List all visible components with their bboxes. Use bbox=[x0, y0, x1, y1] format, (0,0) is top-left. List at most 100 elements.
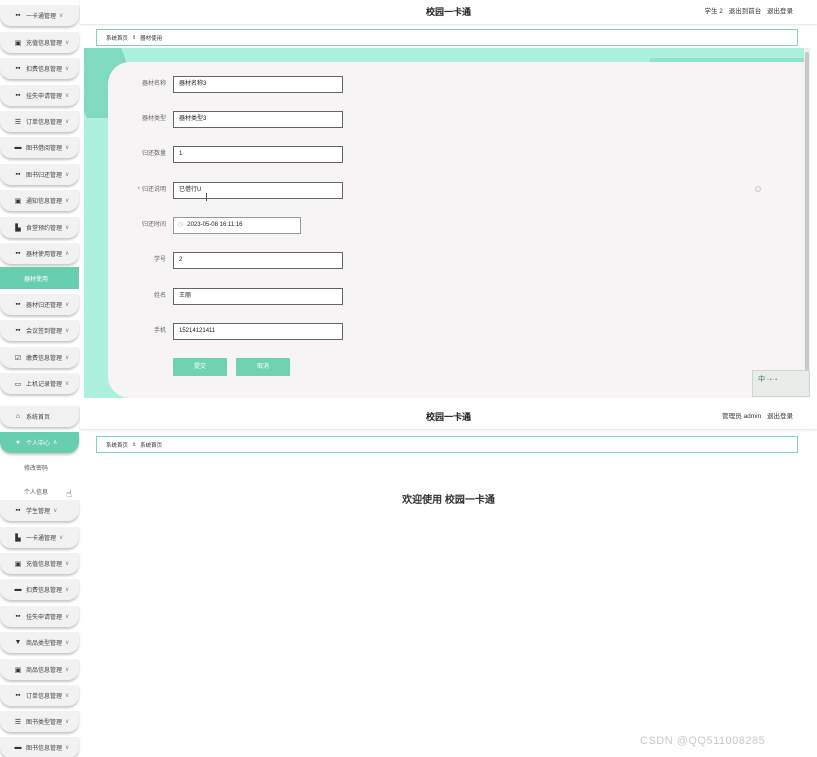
chevron-down-icon: ∨ bbox=[65, 587, 70, 593]
sidebar-item-label: 会议签到管理 bbox=[26, 329, 63, 335]
top-header: 校园一卡通 学生 2 退出到前台 退出登录 bbox=[80, 0, 817, 24]
grid-icon: ▪▪ bbox=[15, 301, 21, 308]
list-icon: ☰ bbox=[14, 118, 22, 126]
sidebar-item-return[interactable]: ▪▪ 图书归还管理 ∨ bbox=[0, 164, 79, 185]
vertical-scrollbar[interactable] bbox=[804, 48, 810, 398]
sidebar-item-deduct[interactable]: ▬ 扣费信息管理 ∨ bbox=[0, 579, 79, 600]
sidebar-item-recharge[interactable]: ▣ 充值信息管理 ∨ bbox=[0, 32, 79, 53]
header-user-area: 学生 2 退出到前台 退出登录 bbox=[700, 0, 793, 24]
book-icon: ▬ bbox=[14, 744, 22, 751]
phone-input[interactable]: 15214121411 bbox=[173, 323, 343, 340]
sidebar-item-label: 挂失申请管理 bbox=[26, 94, 63, 100]
chevron-down-icon: ∨ bbox=[65, 745, 70, 751]
logout-link[interactable]: 退出登录 bbox=[767, 8, 793, 15]
sidebar-item-orders[interactable]: ▪▪ 订单信息管理 ∨ bbox=[0, 685, 79, 706]
sidebar-item-loss[interactable]: ▪▪ 挂失申请管理 ∨ bbox=[0, 85, 79, 106]
sidebar-item-recharge[interactable]: ▣ 充值信息管理 ∨ bbox=[0, 553, 79, 574]
field-phone: 手机 15214121411 bbox=[108, 323, 408, 340]
chevron-down-icon: ∨ bbox=[65, 40, 70, 46]
grid-icon: ▪▪ bbox=[15, 65, 21, 72]
sidebar-item-personal[interactable]: ● 个人中心 ∧ bbox=[0, 432, 79, 453]
sidebar-item-students[interactable]: ▪▪ 学生管理 ∨ bbox=[0, 500, 79, 521]
pointer-cursor-icon: ☝ bbox=[66, 489, 73, 500]
sidebar-item-card[interactable]: ▙ 一卡通管理 ∨ bbox=[0, 527, 79, 548]
logout-link[interactable]: 退出登录 bbox=[767, 413, 793, 420]
cancel-button[interactable]: 取消 bbox=[236, 358, 290, 376]
return-time-picker[interactable]: ◷ 2023-05-08 16:11:16 bbox=[173, 217, 301, 234]
chevron-up-icon: ∧ bbox=[53, 440, 58, 446]
sidebar-item-card[interactable]: ▪▪ 一卡通管理 ∨ bbox=[0, 5, 79, 26]
doc-icon: ▣ bbox=[14, 666, 22, 674]
sidebar-item-notice[interactable]: ▣ 通知信息管理 ∨ bbox=[0, 190, 79, 211]
ime-toolbar[interactable]: 中 ◦•◦• bbox=[752, 370, 810, 397]
chevron-down-icon: ∨ bbox=[65, 355, 70, 361]
return-note-input[interactable]: 已借行U bbox=[173, 182, 343, 199]
cup-icon: ▼ bbox=[14, 639, 22, 646]
sidebar-subitem-change-password[interactable]: 修改密码 bbox=[0, 456, 79, 478]
name-input[interactable]: 王丽 bbox=[173, 288, 343, 305]
breadcrumb-current: 器材使用 bbox=[140, 35, 163, 42]
chevron-down-icon: ∨ bbox=[59, 13, 64, 19]
sidebar-item-equipment-return[interactable]: ▪▪ 器材归还管理 ∨ bbox=[0, 294, 79, 315]
sidebar-item-loss[interactable]: ▪▪ 挂失申请管理 ∨ bbox=[0, 606, 79, 627]
ime-tools-icon: ◦•◦• bbox=[766, 377, 778, 383]
sidebar-item-label: 订单信息管理 bbox=[26, 120, 63, 126]
breadcrumb-home[interactable]: 系统首页 bbox=[106, 441, 128, 449]
sidebar-item-label: 扣费信息管理 bbox=[26, 67, 63, 73]
student-id-input[interactable]: 2 bbox=[173, 252, 343, 269]
sidebar-item-label: 学生管理 bbox=[26, 509, 51, 515]
ime-language: 中 bbox=[758, 376, 765, 383]
sidebar-item-payment[interactable]: ☑ 缴费信息管理 ∨ bbox=[0, 347, 79, 368]
sidebar-item-label: 扣费信息管理 bbox=[26, 588, 63, 594]
sidebar-item-deduct[interactable]: ▪▪ 扣费信息管理 ∨ bbox=[0, 58, 79, 79]
breadcrumb-separator: ⁝ bbox=[133, 441, 136, 448]
return-quantity-input[interactable]: 1 bbox=[173, 146, 343, 163]
chevron-down-icon: ∨ bbox=[65, 198, 70, 204]
home-icon: ⌂ bbox=[15, 413, 21, 420]
equipment-name-input[interactable]: 器材名称3 bbox=[173, 76, 343, 93]
sidebar-subitem-label: 器材使用 bbox=[24, 276, 49, 283]
field-student-id: 学号 2 bbox=[108, 252, 408, 269]
sidebar-item-label: 一卡通管理 bbox=[26, 14, 57, 20]
monitor-icon: ▭ bbox=[14, 380, 22, 388]
book-icon: ▬ bbox=[14, 144, 22, 151]
sidebar-subitem-equipment-use[interactable]: 器材使用 bbox=[0, 267, 79, 289]
sidebar-item-label: 一卡通管理 bbox=[26, 536, 57, 542]
current-user: 学生 2 bbox=[704, 8, 723, 15]
equipment-type-input[interactable]: 器材类型3 bbox=[173, 111, 343, 128]
sidebar-item-book-info[interactable]: ▬ 图书信息管理 ∨ bbox=[0, 737, 79, 757]
list-icon: ☰ bbox=[14, 718, 22, 726]
sidebar-item-equipment-use[interactable]: ▪▪ 器材使用管理 ∧ bbox=[0, 243, 79, 264]
check-icon: ☑ bbox=[14, 354, 22, 362]
chevron-down-icon: ∨ bbox=[53, 508, 58, 514]
sidebar-item-goods-type[interactable]: ▼ 商品类型管理 ∨ bbox=[0, 632, 79, 653]
chevron-up-icon: ∧ bbox=[65, 251, 70, 257]
sidebar-item-book-type[interactable]: ☰ 图书类型管理 ∨ bbox=[0, 711, 79, 732]
grid-icon: ▪▪ bbox=[15, 327, 21, 334]
sidebar-item-label: 图书归还管理 bbox=[26, 173, 63, 179]
breadcrumb: 系统首页 ⁝ 系统首页 bbox=[96, 436, 798, 453]
grid-icon: ▪▪ bbox=[15, 92, 21, 99]
sidebar-item-meeting[interactable]: ▪▪ 会议签到管理 ∨ bbox=[0, 320, 79, 341]
sidebar-item-label: 系统首页 bbox=[26, 415, 51, 421]
sidebar-item-computer[interactable]: ▭ 上机记录管理 ∨ bbox=[0, 373, 79, 394]
top-header: 校园一卡通 管理员 admin 退出登录 bbox=[80, 405, 817, 429]
sidebar-item-borrow[interactable]: ▬ 图书借阅管理 ∨ bbox=[0, 137, 79, 158]
sidebar-item-canteen[interactable]: ▙ 食堂预约管理 ∨ bbox=[0, 217, 79, 238]
scrollbar-thumb[interactable] bbox=[805, 52, 809, 382]
radio-icon[interactable] bbox=[755, 186, 761, 192]
sidebar-item-home[interactable]: ⌂ 系统首页 bbox=[0, 406, 79, 427]
sidebar-item-label: 上机记录管理 bbox=[26, 382, 63, 388]
doc-icon: ▣ bbox=[14, 197, 22, 205]
submit-button[interactable]: 提交 bbox=[173, 358, 227, 376]
back-to-front-link[interactable]: 退出到前台 bbox=[729, 8, 762, 15]
field-return-time: 归还时间 ◷ 2023-05-08 16:11:16 bbox=[108, 217, 408, 234]
sidebar-item-goods-info[interactable]: ▣ 商品信息管理 ∨ bbox=[0, 659, 79, 680]
sidebar-item-orders[interactable]: ☰ 订单信息管理 ∨ bbox=[0, 111, 79, 132]
sidebar: ▪▪ 一卡通管理 ∨ ▣ 充值信息管理 ∨ ▪▪ 扣费信息管理 ∨ ▪▪ 挂失申… bbox=[0, 0, 80, 401]
breadcrumb-home[interactable]: 系统首页 bbox=[106, 34, 128, 42]
grid-icon: ▬ bbox=[14, 586, 22, 593]
chevron-down-icon: ∨ bbox=[65, 614, 70, 620]
admin-panel: ⌂ 系统首页 ● 个人中心 ∧ 修改密码 个人信息 ☝ ▪▪ 学生管理 ∨ ▙ … bbox=[0, 405, 817, 757]
sidebar: ⌂ 系统首页 ● 个人中心 ∧ 修改密码 个人信息 ☝ ▪▪ 学生管理 ∨ ▙ … bbox=[0, 405, 80, 757]
